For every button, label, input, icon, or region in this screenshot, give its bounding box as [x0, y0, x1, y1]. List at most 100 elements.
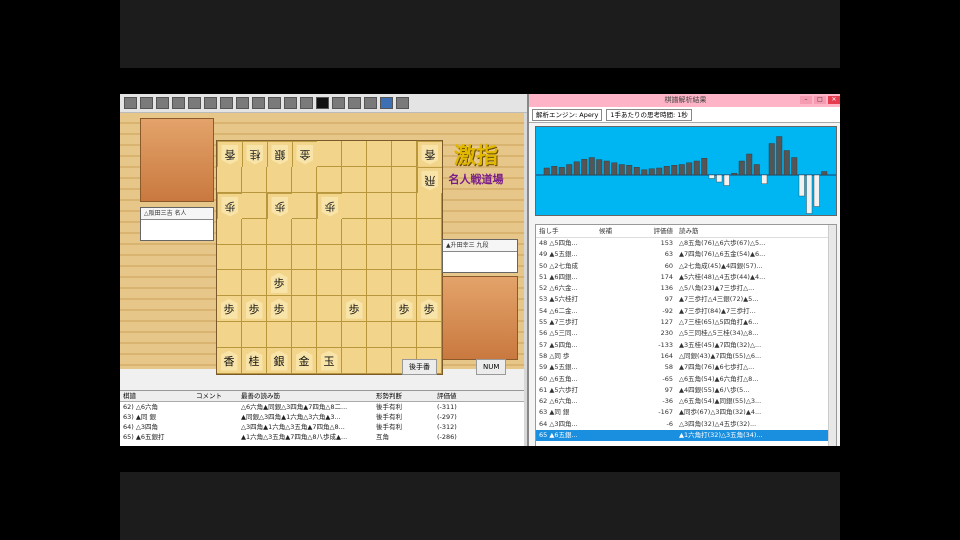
analysis-row[interactable]: 61 ▲5六歩打 97 ▲4四銀(55)▲6八歩(5... [536, 385, 836, 396]
board-square[interactable] [367, 141, 392, 167]
board-square[interactable] [317, 244, 342, 271]
shogi-piece[interactable]: 香 [222, 144, 239, 164]
board-square[interactable]: 桂 [242, 141, 267, 167]
board-square[interactable] [267, 166, 292, 193]
edit-icon[interactable] [236, 97, 249, 109]
board-square[interactable]: 銀 [267, 348, 292, 374]
grid-column-header[interactable]: 最善の読み筋 [238, 391, 373, 401]
save-icon[interactable] [156, 97, 169, 109]
board-square[interactable]: 金 [292, 348, 317, 374]
grid-column-header[interactable]: 棋譜 [120, 391, 193, 401]
board-square[interactable] [242, 322, 267, 349]
analysis-row[interactable]: 58 △同 歩 164 △同銀(43)▲7四角(55)△6... [536, 351, 836, 362]
board-square[interactable]: 歩 [217, 296, 242, 323]
analysis-row[interactable]: 54 △6二金... -92 ▲7三歩打(84)▲7三歩打... [536, 306, 836, 317]
analysis-row[interactable]: 56 △5三同... 230 △5三同桂△5三桂(34)△8... [536, 328, 836, 339]
analysis-row[interactable]: 50 △2七角成 60 △2七角成(45)▲4四銀(57)... [536, 261, 836, 272]
board-square[interactable] [392, 166, 417, 193]
analysis-row[interactable]: 59 ▲5五銀... 58 ▲7四角(76)▲6七歩打△... [536, 362, 836, 373]
board-square[interactable] [342, 322, 367, 349]
analysis-column-header[interactable]: 読み筋 [679, 225, 836, 237]
board-square[interactable] [417, 244, 442, 271]
shogi-piece[interactable]: 歩 [395, 298, 413, 319]
board-square[interactable] [292, 322, 317, 349]
board-square[interactable] [342, 218, 367, 245]
analysis-row[interactable]: 51 ▲6四銀... 174 ▲5六桂(48)△4五歩(44)▲4... [536, 272, 836, 283]
maximize-button[interactable]: □ [814, 96, 826, 104]
shogi-piece[interactable]: 玉 [320, 350, 338, 371]
shogi-piece[interactable]: 歩 [345, 298, 363, 319]
board-square[interactable] [342, 192, 367, 219]
board-square[interactable]: 香 [217, 141, 242, 167]
undo-icon[interactable] [252, 97, 265, 109]
board-square[interactable] [242, 218, 267, 245]
board-square[interactable] [417, 322, 442, 349]
board-square[interactable] [392, 322, 417, 349]
board-square[interactable] [292, 270, 317, 297]
shogi-piece[interactable]: 歩 [222, 196, 239, 216]
evaluation-graph[interactable] [535, 126, 837, 216]
shogi-board[interactable]: 香桂銀金香飛歩歩歩歩歩歩歩歩歩歩香桂銀金玉 [216, 140, 443, 375]
board-square[interactable] [392, 141, 417, 167]
analysis-row[interactable]: 60 △6五角... -65 △6五角(54)▲6六角打△8... [536, 374, 836, 385]
analysis-row[interactable]: 49 ▲5五銀... 63 ▲7四角(76)△6五金(54)▲6... [536, 249, 836, 260]
shogi-piece[interactable]: 歩 [270, 298, 288, 319]
grid-column-header[interactable]: 形勢判断 [373, 391, 434, 401]
shogi-piece[interactable]: 歩 [420, 298, 438, 319]
board-square[interactable]: 歩 [267, 296, 292, 323]
kifu-row[interactable]: 63) ▲同 銀 ▲同銀△3四角▲1六角△3六角▲3... 後手有利 (-297) [120, 412, 524, 422]
board-square[interactable] [367, 244, 392, 271]
shogi-piece[interactable]: 桂 [245, 350, 263, 371]
grid-column-header[interactable]: 評価値 [434, 391, 477, 401]
shogi-piece[interactable]: 歩 [220, 298, 238, 319]
next-move-icon[interactable] [332, 97, 345, 109]
board-square[interactable]: 歩 [417, 296, 442, 323]
analysis-row[interactable]: 55 ▲7三歩打 127 △7三桂(65)△5四角打▲6... [536, 317, 836, 328]
analysis-row[interactable]: 52 △6六金... 136 △5八角(23)▲7三歩打△... [536, 283, 836, 294]
board-square[interactable] [217, 244, 242, 271]
open-icon[interactable] [140, 97, 153, 109]
board-square[interactable] [342, 166, 367, 193]
board-square[interactable] [417, 270, 442, 297]
board-square[interactable] [217, 166, 242, 193]
shogi-piece[interactable]: 歩 [322, 196, 339, 216]
board-square[interactable] [317, 166, 342, 193]
board-square[interactable]: 歩 [317, 192, 342, 219]
board-square[interactable] [367, 192, 392, 219]
analysis-row[interactable]: 64 △3四角... -6 △3四角(32)△4五歩(32)... [536, 419, 836, 430]
analysis-row[interactable]: 53 ▲5六桂打 97 ▲7三歩打△4三銀(72)▲5... [536, 294, 836, 305]
board-square[interactable] [367, 270, 392, 297]
board-square[interactable] [342, 244, 367, 271]
board-square[interactable] [317, 218, 342, 245]
shogi-piece[interactable]: 銀 [272, 144, 289, 164]
board-square[interactable] [242, 244, 267, 271]
board-square[interactable] [367, 322, 392, 349]
first-move-icon[interactable] [284, 97, 297, 109]
shogi-piece[interactable]: 香 [422, 144, 439, 164]
board-square[interactable] [367, 166, 392, 193]
analysis-row[interactable]: 62 △6六角... -36 △6五角(54)▲同銀(55)△3... [536, 396, 836, 407]
board-square[interactable]: 歩 [217, 192, 242, 219]
board-square[interactable] [342, 270, 367, 297]
board-square[interactable] [267, 218, 292, 245]
board-square[interactable]: 歩 [392, 296, 417, 323]
board-square[interactable]: 歩 [342, 296, 367, 323]
board-square[interactable]: 歩 [267, 192, 292, 219]
board-square[interactable] [392, 270, 417, 297]
kifu-row[interactable]: 64) △3四角 △3四角▲1六角△3五角▲7四角△8... 後手有利 (-312) [120, 422, 524, 432]
board-square[interactable]: 香 [217, 348, 242, 374]
board-square[interactable] [367, 296, 392, 323]
shogi-piece[interactable]: 銀 [270, 350, 288, 371]
shogi-piece[interactable]: 香 [220, 350, 238, 371]
board-square[interactable] [392, 244, 417, 271]
analysis-row[interactable]: 63 ▲同 銀 -167 ▲同歩(67)△3四角(32)▲4... [536, 407, 836, 418]
board-square[interactable] [417, 218, 442, 245]
board-square[interactable] [317, 270, 342, 297]
board-square[interactable] [242, 192, 267, 219]
shogi-piece[interactable]: 桂 [247, 144, 264, 164]
shogi-piece[interactable]: 金 [295, 350, 313, 371]
settings-icon[interactable] [396, 97, 409, 109]
analysis-column-header[interactable]: 指し手 [536, 225, 599, 237]
shogi-piece[interactable]: 金 [297, 144, 314, 164]
board-square[interactable] [267, 244, 292, 271]
